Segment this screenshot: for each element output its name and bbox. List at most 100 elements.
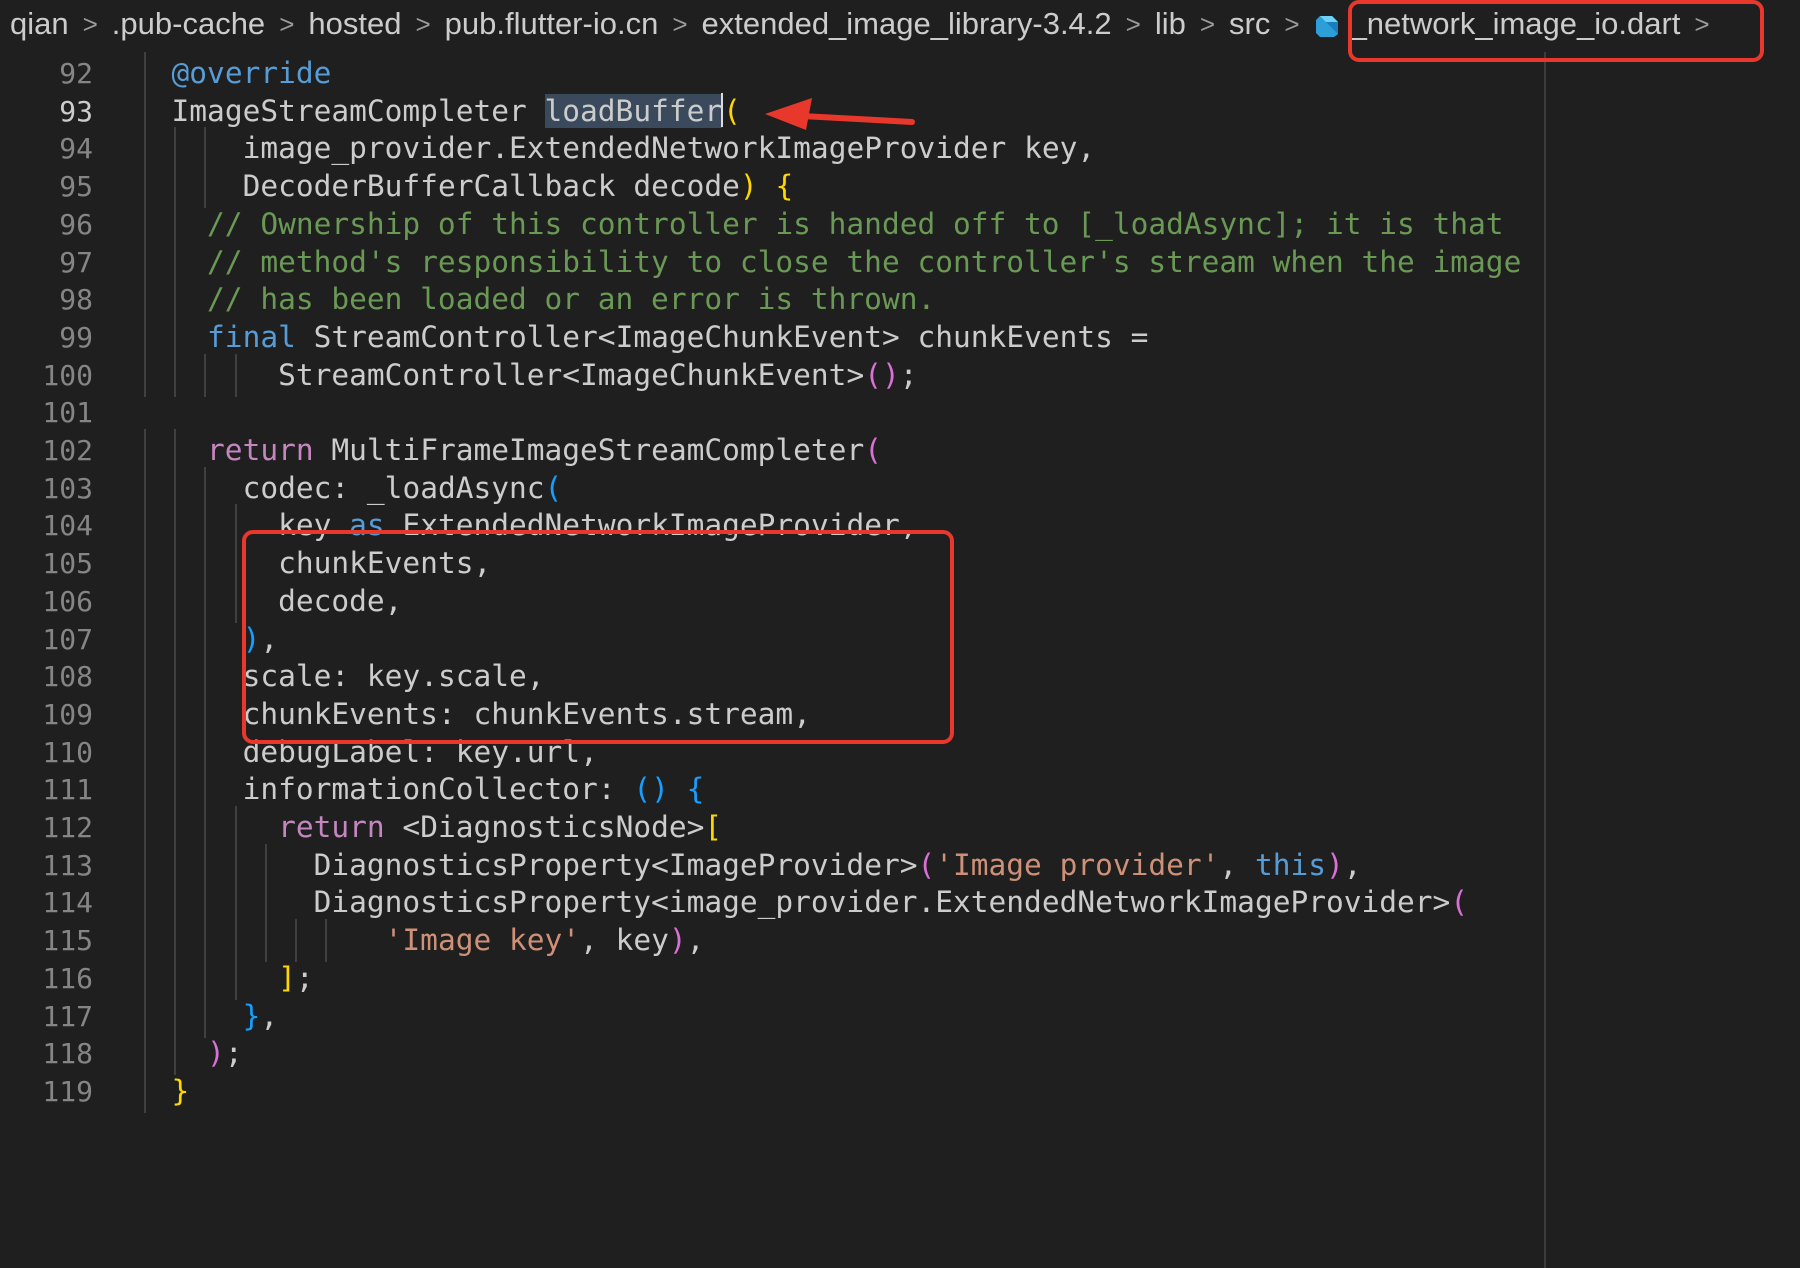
code-text: } [171,1073,190,1108]
line-number: 114 [42,886,93,920]
breadcrumb-separator: > [82,8,98,39]
line-number: 107 [42,622,93,656]
code-line[interactable]: 117 }, [0,994,1800,1038]
code-text: return MultiFrameImageStreamCompleter( [207,433,882,467]
line-number: 109 [42,697,93,731]
code-line[interactable]: 108 scale: key.scale, [0,655,1800,699]
code-line[interactable]: 95 DecoderBufferCallback decode) { [0,165,1800,209]
code-line[interactable]: 111 informationCollector: () { [0,768,1800,812]
code-text: ); [207,1036,243,1071]
line-number: 92 [59,57,93,90]
selected-word: loadBuffer [544,93,723,128]
code-text: chunkEvents: chunkEvents.stream, [242,696,811,731]
line-number: 103 [42,471,93,505]
line-number: 110 [42,735,93,769]
code-line[interactable]: 114 DiagnosticsProperty<image_provider.E… [0,881,1800,925]
breadcrumb-item[interactable]: extended_image_library-3.4.2 [700,6,1114,42]
line-number: 105 [42,547,93,581]
code-line[interactable]: 109 chunkEvents: chunkEvents.stream, [0,692,1800,736]
breadcrumb: qian > .pub-cache > hosted > pub.flutter-io.cn… [0,0,1800,48]
code-line[interactable]: 116 ]; [0,956,1800,1000]
line-number: 117 [42,999,93,1033]
code-line[interactable]: 101 [0,391,1800,434]
code-text: DecoderBufferCallback decode) { [242,169,794,204]
breadcrumb-item[interactable]: pub.flutter-io.cn [443,6,661,42]
dart-file-icon [1314,11,1340,37]
code-text: scale: key.scale, [242,659,545,694]
line-number: 102 [42,434,93,467]
code-text: final StreamController<ImageChunkEvent> … [207,319,1149,354]
line-number: 106 [42,584,93,618]
code-line[interactable]: 105 chunkEvents, [0,542,1800,586]
code-line[interactable]: 110 debugLabel: key.url, [0,730,1800,774]
breadcrumb-separator: > [1284,8,1300,39]
code-line[interactable]: 100 StreamController<ImageChunkEvent>(); [0,353,1800,397]
code-line[interactable]: 99 final StreamController<ImageChunkEven… [0,315,1800,359]
line-number: 98 [59,283,93,317]
line-number: 97 [59,245,93,279]
line-number: 99 [59,320,93,354]
code-text: @override [171,56,332,90]
breadcrumb-separator: > [672,8,688,39]
breadcrumb-item[interactable]: .pub-cache [110,6,267,42]
code-text: DiagnosticsProperty<image_provider.Exten… [313,885,1469,920]
code-line[interactable]: 113 DiagnosticsProperty<ImageProvider>('… [0,843,1800,887]
breadcrumb-item[interactable]: lib [1153,6,1188,42]
code-line[interactable]: 92 @override [0,52,1800,95]
code-line[interactable]: 107 ), [0,617,1800,661]
code-line[interactable]: 102 return MultiFrameImageStreamComplete… [0,429,1800,472]
code-text: // has been loaded or an error is thrown… [207,282,936,317]
code-line[interactable]: 112 return <DiagnosticsNode>[ [0,806,1800,849]
line-number: 119 [42,1074,93,1108]
line-number: 116 [42,961,93,995]
code-line[interactable]: 97 // method's responsibility to close t… [0,240,1800,284]
code-line[interactable]: 104 key as ExtendedNetworkImageProvider, [0,504,1800,548]
breadcrumb-separator: > [1694,8,1710,39]
breadcrumb-separator: > [415,8,431,39]
line-number: 100 [42,358,93,392]
line-number: 108 [42,660,93,694]
code-text: // method's responsibility to close the … [207,244,1522,279]
code-line[interactable]: 93 ImageStreamCompleter loadBuffer( [0,89,1800,133]
code-text: codec: _loadAsync( [242,470,563,505]
code-text: image_provider.ExtendedNetworkImageProvi… [242,131,1096,166]
code-line[interactable]: 115 'Image key', key), [0,919,1800,963]
code-editor[interactable]: 92 @override 93 ImageStreamCompleter load… [0,52,1800,1268]
code-text: StreamController<ImageChunkEvent>(); [278,357,918,392]
code-line[interactable]: 106 decode, [0,579,1800,623]
line-number: 104 [42,509,93,543]
code-line[interactable]: 118 ); [0,1032,1800,1076]
code-line[interactable]: 96 // Ownership of this controller is ha… [0,202,1800,246]
breadcrumb-file-name: _network_image_io.dart [1349,6,1681,41]
code-line[interactable]: 119 } [0,1069,1800,1113]
code-text: decode, [278,583,403,618]
line-number: 95 [59,170,93,204]
breadcrumb-separator: > [1199,8,1216,39]
breadcrumb-item[interactable]: qian [8,6,71,42]
line-number: 94 [59,132,93,166]
line-number: 115 [42,924,93,958]
code-text: }, [242,998,279,1033]
line-number: 96 [59,207,93,241]
code-text: DiagnosticsProperty<ImageProvider>('Imag… [313,847,1362,882]
code-line[interactable]: 103 codec: _loadAsync( [0,466,1800,510]
code-text: 'Image key', key), [384,923,705,958]
code-text: debugLabel: key.url, [242,734,598,769]
code-line[interactable]: 94 image_provider.ExtendedNetworkImagePr… [0,127,1800,171]
line-number: 112 [42,811,93,844]
line-number: 93 [59,94,93,128]
breadcrumb-separator: > [279,8,295,39]
line-number: 113 [42,848,93,882]
code-text: informationCollector: () { [242,772,705,807]
code-text: chunkEvents, [278,546,492,581]
breadcrumb-separator: > [1125,8,1141,39]
line-number: 101 [42,396,93,430]
line-number: 118 [42,1037,93,1071]
breadcrumb-item[interactable]: hosted [306,6,403,42]
code-text: return <DiagnosticsNode>[ [278,810,723,844]
breadcrumb-item[interactable]: src [1227,6,1272,42]
code-text: // Ownership of this controller is hande… [207,206,1504,241]
code-line[interactable]: 98 // has been loaded or an error is thr… [0,278,1800,322]
code-text: ), [242,621,279,656]
breadcrumb-file[interactable]: _network_image_io.dart [1312,6,1683,42]
